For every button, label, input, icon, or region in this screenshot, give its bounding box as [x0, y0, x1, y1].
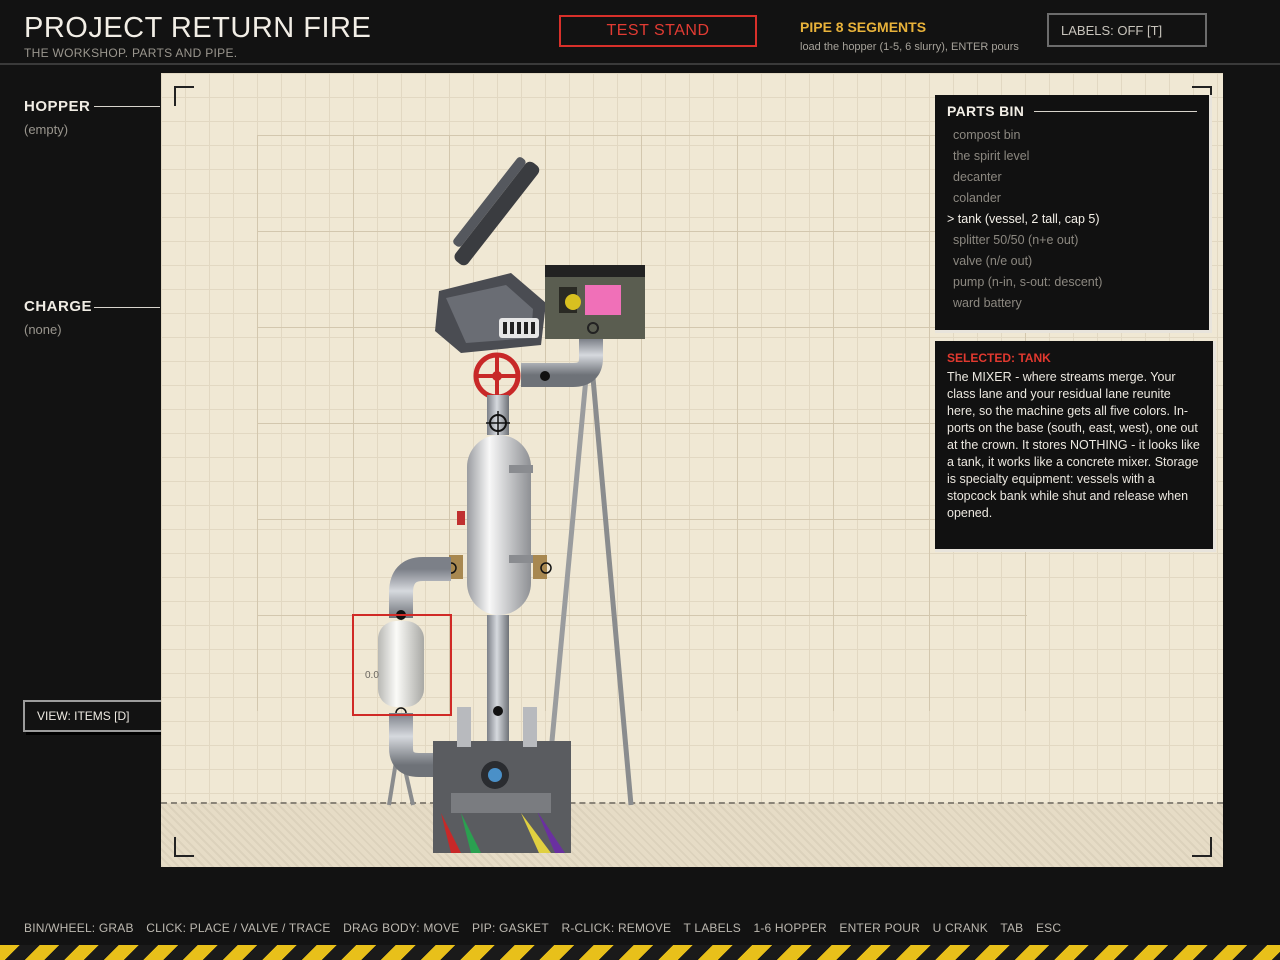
hint-crank: U CRANK — [932, 921, 988, 935]
hopper-value: (empty) — [24, 122, 69, 137]
hint-grab: BIN/WHEEL: GRAB — [24, 921, 134, 935]
selected-info-panel: SELECTED: TANK The MIXER - where streams… — [935, 341, 1216, 552]
mixer-tank[interactable] — [457, 435, 533, 615]
app-subtitle: THE WORKSHOP. PARTS AND PIPE. — [24, 46, 238, 60]
hint-hopper: 1-6 HOPPER — [753, 921, 827, 935]
parts-item-valve[interactable]: valve (n/e out) — [947, 251, 1197, 272]
parts-item-pump[interactable]: pump (n-in, s-out: descent) — [947, 272, 1197, 293]
controls-hint-bar: BIN/WHEEL: GRAB CLICK: PLACE / VALVE / T… — [24, 921, 1070, 935]
ward-battery-box[interactable] — [545, 265, 645, 339]
parts-item-compost-bin[interactable]: compost bin — [947, 125, 1197, 146]
parts-item-colander[interactable]: colander — [947, 188, 1197, 209]
parts-item-splitter[interactable]: splitter 50/50 (n+e out) — [947, 230, 1197, 251]
hint-place: CLICK: PLACE / VALVE / TRACE — [146, 921, 331, 935]
charge-label: CHARGE — [24, 298, 93, 315]
selected-heading: SELECTED: TANK — [947, 351, 1051, 365]
hint-remove: R-CLICK: REMOVE — [561, 921, 672, 935]
hint-pour: ENTER POUR — [839, 921, 921, 935]
test-stand-button[interactable]: TEST STAND — [559, 15, 757, 47]
parts-item-decanter[interactable]: decanter — [947, 167, 1197, 188]
turret-weapon[interactable] — [435, 156, 546, 353]
app-title: PROJECT RETURN FIRE — [24, 12, 372, 44]
parts-bin-rule — [1034, 110, 1197, 112]
hopper-leader-line — [94, 106, 160, 107]
hint-move: DRAG BODY: MOVE — [343, 921, 460, 935]
hopper-label: HOPPER — [24, 98, 91, 115]
parts-item-tank[interactable]: > tank (vessel, 2 tall, cap 5) — [947, 209, 1197, 230]
parts-bin-header: PARTS BIN — [947, 103, 1197, 119]
header-divider — [0, 63, 1280, 65]
parts-list: compost bin the spirit level decanter co… — [947, 125, 1197, 314]
selected-description: The MIXER - where streams merge. Your cl… — [947, 370, 1200, 520]
parts-bin-title: PARTS BIN — [947, 103, 1025, 119]
labels-toggle-button[interactable]: LABELS: OFF [T] — [1047, 13, 1207, 47]
hint-esc: ESC — [1035, 921, 1062, 935]
hazard-stripe — [0, 945, 1280, 960]
hint-tab: TAB — [1000, 921, 1024, 935]
selected-part-readout: 0.0 — [365, 670, 379, 681]
view-toggle-button[interactable]: VIEW: ITEMS [D] — [23, 700, 177, 732]
hint-labels: T LABELS — [683, 921, 741, 935]
charge-leader-line — [94, 307, 160, 308]
parts-item-spirit-level[interactable]: the spirit level — [947, 146, 1197, 167]
pipe-segments-title: PIPE 8 SEGMENTS — [800, 19, 927, 35]
selection-box — [352, 614, 452, 716]
parts-bin-panel: PARTS BIN compost bin the spirit level d… — [935, 95, 1212, 333]
pipe-hint-text: load the hopper (1-5, 6 slurry), ENTER p… — [800, 41, 1019, 53]
hint-gasket: PIP: GASKET — [472, 921, 549, 935]
parts-item-ward-battery[interactable]: ward battery — [947, 293, 1197, 314]
charge-value: (none) — [24, 322, 62, 337]
